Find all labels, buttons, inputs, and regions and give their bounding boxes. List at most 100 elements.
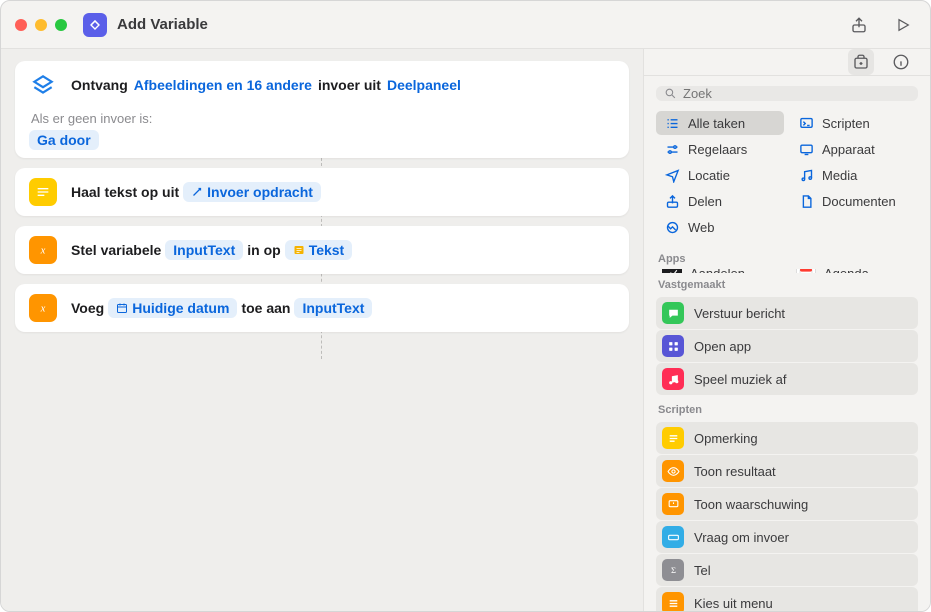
action-item[interactable]: Σ Tel xyxy=(656,554,918,586)
action-label: Tel xyxy=(694,563,711,578)
action-item[interactable]: Open app xyxy=(656,330,918,362)
scripts-list: Opmerking Toon resultaat Toon waarschuwing… xyxy=(644,420,930,611)
variable-name-token[interactable]: InputText xyxy=(165,240,243,260)
action-label: Toon resultaat xyxy=(694,464,776,479)
receive-icon xyxy=(29,71,57,99)
action-get-text[interactable]: Haal tekst op uit Invoer opdracht xyxy=(15,168,629,216)
category-label: Apparaat xyxy=(822,142,875,157)
scripts-section-title: Scripten xyxy=(644,398,930,420)
content: Ontvang Afbeeldingen en 16 andere invoer… xyxy=(1,49,930,611)
category-regelaars[interactable]: Regelaars xyxy=(656,137,784,161)
action-item[interactable]: Vraag om invoer xyxy=(656,521,918,553)
category-icon xyxy=(798,167,814,183)
action-label: Kies uit menu xyxy=(694,596,773,611)
value-token[interactable]: Tekst xyxy=(285,240,353,260)
search-field[interactable] xyxy=(656,86,918,101)
source-token[interactable]: Deelpaneel xyxy=(385,75,463,95)
action-label: Speel muziek af xyxy=(694,372,787,387)
action-add-to-variable[interactable]: x Voeg Huidige datum toe aan InputText xyxy=(15,284,629,332)
action-item[interactable]: Toon waarschuwing xyxy=(656,488,918,520)
category-scripten[interactable]: Scripten xyxy=(790,111,918,135)
shortcut-icon xyxy=(83,13,107,37)
category-documenten[interactable]: Documenten xyxy=(790,189,918,213)
category-media[interactable]: Media xyxy=(790,163,918,187)
category-label: Locatie xyxy=(688,168,730,183)
action-label: Toon waarschuwing xyxy=(694,497,808,512)
action-item[interactable]: Toon resultaat xyxy=(656,455,918,487)
search-input[interactable] xyxy=(683,86,910,101)
action-icon xyxy=(662,302,684,324)
action-label: Ontvang xyxy=(71,77,128,93)
action-icon xyxy=(662,493,684,515)
action-icon: Σ xyxy=(662,559,684,581)
category-icon xyxy=(798,193,814,209)
window-title: Add Variable xyxy=(117,16,208,33)
category-label: Alle taken xyxy=(688,116,745,131)
magic-var-token[interactable]: Invoer opdracht xyxy=(183,182,321,202)
no-input-label: Als er geen invoer is: xyxy=(29,111,615,126)
action-label: Opmerking xyxy=(694,431,758,446)
variable-icon: x xyxy=(29,236,57,264)
action-item[interactable]: Kies uit menu xyxy=(656,587,918,611)
library-button[interactable] xyxy=(848,49,874,75)
apps-section-title: Apps xyxy=(644,247,930,269)
category-delen[interactable]: Delen xyxy=(656,189,784,213)
category-locatie[interactable]: Locatie xyxy=(656,163,784,187)
close-button[interactable] xyxy=(15,19,27,31)
action-icon xyxy=(662,427,684,449)
window: Add Variable Ontvang Afbeeldinge xyxy=(0,0,931,612)
category-label: Documenten xyxy=(822,194,896,209)
run-button[interactable] xyxy=(890,12,916,38)
category-apparaat[interactable]: Apparaat xyxy=(790,137,918,161)
action-item[interactable]: Opmerking xyxy=(656,422,918,454)
action-icon xyxy=(662,460,684,482)
action-label: Voeg xyxy=(71,300,104,316)
action-label: Open app xyxy=(694,339,751,354)
svg-text:x: x xyxy=(40,245,46,256)
category-alle-taken[interactable]: Alle taken xyxy=(656,111,784,135)
input-types-token[interactable]: Afbeeldingen en 16 andere xyxy=(132,75,314,95)
action-label: Verstuur bericht xyxy=(694,306,785,321)
category-icon xyxy=(664,219,680,235)
info-button[interactable] xyxy=(888,49,914,75)
category-web[interactable]: Web xyxy=(656,215,784,239)
search-icon xyxy=(664,87,677,100)
category-label: Web xyxy=(688,220,715,235)
action-item[interactable]: Verstuur bericht xyxy=(656,297,918,329)
category-icon xyxy=(664,167,680,183)
action-label: Stel variabele xyxy=(71,242,161,258)
workflow-canvas[interactable]: Ontvang Afbeeldingen en 16 andere invoer… xyxy=(1,49,643,611)
category-icon xyxy=(798,115,814,131)
text-icon xyxy=(29,178,57,206)
action-icon xyxy=(662,335,684,357)
action-item[interactable]: Speel muziek af xyxy=(656,363,918,395)
no-input-behavior-token[interactable]: Ga door xyxy=(29,130,99,150)
minimize-button[interactable] xyxy=(35,19,47,31)
category-icon xyxy=(664,141,680,157)
sidebar-toolbar xyxy=(644,49,930,76)
action-receive-input[interactable]: Ontvang Afbeeldingen en 16 andere invoer… xyxy=(15,61,629,158)
category-label: Delen xyxy=(688,194,722,209)
pinned-list: Verstuur bericht Open app Speel muziek af xyxy=(644,295,930,398)
action-set-variable[interactable]: x Stel variabele InputText in op Tekst xyxy=(15,226,629,274)
action-library-sidebar: Alle taken Scripten Regelaars Apparaat Locat… xyxy=(643,49,930,611)
variable-icon: x xyxy=(29,294,57,322)
svg-text:Σ: Σ xyxy=(670,565,675,575)
category-label: Scripten xyxy=(822,116,870,131)
share-button[interactable] xyxy=(846,12,872,38)
svg-text:x: x xyxy=(40,303,46,314)
category-icon xyxy=(798,141,814,157)
window-controls xyxy=(15,19,67,31)
category-icon xyxy=(664,193,680,209)
category-grid: Alle taken Scripten Regelaars Apparaat Locat… xyxy=(644,109,930,247)
action-label: Haal tekst op uit xyxy=(71,184,179,200)
action-mid: invoer uit xyxy=(318,77,381,93)
action-icon xyxy=(662,592,684,611)
action-icon xyxy=(662,368,684,390)
category-label: Regelaars xyxy=(688,142,747,157)
zoom-button[interactable] xyxy=(55,19,67,31)
variable-target-token[interactable]: InputText xyxy=(294,298,372,318)
action-icon xyxy=(662,526,684,548)
date-token[interactable]: Huidige datum xyxy=(108,298,237,318)
action-mid: toe aan xyxy=(241,300,290,316)
